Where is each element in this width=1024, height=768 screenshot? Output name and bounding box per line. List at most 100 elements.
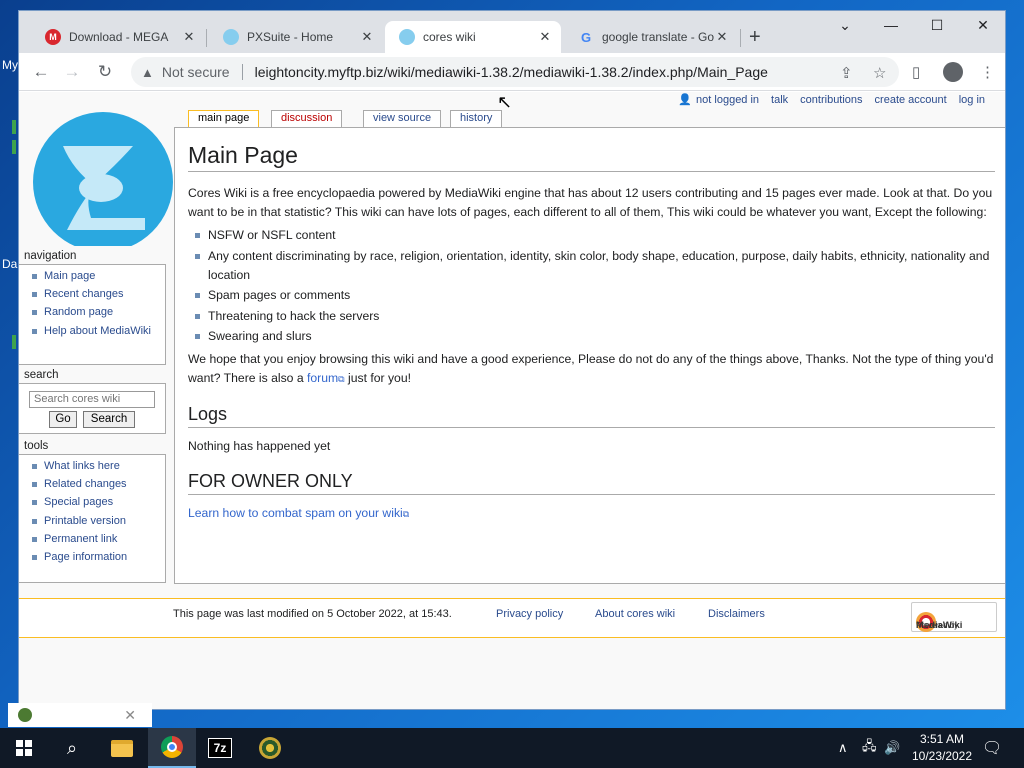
start-button[interactable]	[0, 728, 48, 768]
sidebar-item-random-page[interactable]: Random page	[31, 303, 165, 321]
sidebar-item-recent-changes[interactable]: Recent changes	[31, 285, 165, 303]
network-icon[interactable]: 🖧	[862, 728, 877, 768]
sidebar-link[interactable]: Page information	[44, 551, 127, 563]
7zip-taskbar-button[interactable]: 7z	[196, 728, 244, 768]
tools-title: tools	[24, 440, 49, 452]
tab-main-page[interactable]: main page	[188, 110, 260, 128]
navigation-portlet: Main page Recent changes Random page Hel…	[19, 264, 166, 365]
list-item: Swearing and slurs	[195, 327, 995, 346]
disclaimers-link[interactable]: Disclaimers	[708, 608, 765, 620]
page-title: Main Page	[188, 142, 995, 172]
forum-link[interactable]: forum	[307, 371, 338, 385]
new-tab-button[interactable]: +	[749, 26, 761, 49]
sidebar-link[interactable]: Main page	[44, 270, 95, 282]
combat-spam-link[interactable]: Learn how to combat spam on your wiki	[188, 506, 403, 520]
sidebar-item-printable-version[interactable]: Printable version	[31, 512, 165, 530]
close-icon[interactable]: ✕	[537, 29, 553, 45]
forward-arrow-icon[interactable]: →	[60, 61, 84, 83]
sidebar-item-related-changes[interactable]: Related changes	[31, 475, 165, 493]
sidebar-link[interactable]: Permanent link	[44, 533, 117, 545]
file-explorer-button[interactable]	[98, 728, 146, 768]
sidebar-link[interactable]: Related changes	[44, 478, 127, 490]
sidebar-item-page-information[interactable]: Page information	[31, 548, 165, 566]
talk-link[interactable]: talk	[771, 94, 788, 106]
tab-pxsuite[interactable]: PXSuite - Home ✕	[209, 21, 383, 53]
desktop-icon[interactable]	[12, 335, 16, 349]
sidebar-item-help[interactable]: Help about MediaWiki	[31, 322, 165, 339]
sidebar-item-permanent-link[interactable]: Permanent link	[31, 530, 165, 548]
warning-triangle-icon[interactable]: ▲	[141, 65, 154, 80]
tab-history[interactable]: history	[450, 110, 503, 127]
tab-label: Download - MEGA	[69, 30, 169, 44]
tab-strip: M Download - MEGA ✕ PXSuite - Home ✕ cor…	[19, 11, 1005, 53]
tab-label: PXSuite - Home	[247, 30, 334, 44]
list-item: NSFW or NSFL content	[195, 226, 995, 245]
minimize-icon[interactable]: —	[871, 17, 911, 33]
profile-avatar-icon[interactable]	[943, 62, 963, 82]
tab-label: cores wiki	[423, 30, 476, 44]
powered-by-mediawiki-badge[interactable]: Powered by MediaWiki	[911, 602, 997, 632]
reload-icon[interactable]: ↻	[93, 61, 117, 83]
taskbar-clock[interactable]: 3:51 AM 10/23/2022	[904, 731, 980, 765]
tab-view-source[interactable]: view source	[363, 110, 442, 127]
sidebar-link[interactable]: Recent changes	[44, 288, 124, 300]
sidebar-item-special-pages[interactable]: Special pages	[31, 493, 165, 511]
address-bar[interactable]: ▲ Not secure leightoncity.myftp.biz/wiki…	[131, 57, 899, 87]
close-icon[interactable]: ✕	[714, 29, 730, 45]
search-icon[interactable]: ⌕	[48, 728, 96, 768]
desktop-icon[interactable]	[12, 120, 16, 134]
wiki-favicon-icon	[223, 29, 239, 45]
side-panel-icon[interactable]: ▯	[912, 63, 920, 81]
notification-center-icon[interactable]: 🗨	[982, 728, 1002, 768]
tab-cores-wiki[interactable]: cores wiki ✕	[385, 21, 561, 53]
compass-app-button[interactable]	[246, 728, 294, 768]
go-button[interactable]: Go	[49, 411, 77, 428]
sidebar-link[interactable]: Printable version	[44, 515, 126, 527]
user-icon: 👤	[678, 94, 693, 106]
not-logged-in-text: not logged in	[696, 93, 760, 106]
outro-paragraph: We hope that you enjoy browsing this wik…	[188, 350, 995, 389]
url-text[interactable]: leightoncity.myftp.biz/wiki/mediawiki-1.…	[255, 64, 768, 80]
close-icon[interactable]: ✕	[124, 707, 136, 724]
create-account-link[interactable]: create account	[875, 94, 947, 106]
sidebar-link[interactable]: Random page	[44, 306, 113, 318]
tab-divider	[206, 29, 207, 47]
close-icon[interactable]: ✕	[181, 29, 197, 45]
chrome-icon	[161, 736, 183, 758]
privacy-policy-link[interactable]: Privacy policy	[496, 608, 563, 620]
wiki-logo[interactable]	[33, 106, 173, 246]
security-indicator[interactable]: Not secure	[162, 64, 230, 80]
maximize-icon[interactable]: ☐	[917, 17, 957, 34]
share-icon[interactable]: ⇪	[840, 64, 853, 82]
sidebar-link[interactable]: Help about MediaWiki	[44, 325, 151, 337]
tab-discussion[interactable]: discussion	[271, 110, 343, 127]
logs-heading: Logs	[188, 404, 995, 428]
about-link[interactable]: About cores wiki	[595, 608, 675, 620]
close-window-icon[interactable]: ✕	[963, 17, 1003, 34]
chrome-taskbar-button[interactable]	[148, 728, 196, 768]
search-title: search	[24, 369, 59, 381]
tray-chevron-icon[interactable]: ∧	[838, 728, 848, 768]
search-button[interactable]: Search	[83, 411, 135, 428]
sidebar-link[interactable]: Special pages	[44, 496, 113, 508]
back-arrow-icon[interactable]: ←	[29, 61, 53, 83]
desktop-icon-label[interactable]: Da	[2, 257, 17, 271]
search-input[interactable]: Search cores wiki	[29, 391, 155, 408]
omnibox-divider	[241, 64, 243, 80]
close-icon[interactable]: ✕	[359, 29, 375, 45]
bookmark-star-icon[interactable]: ☆	[873, 64, 886, 82]
tab-search-chevron-icon[interactable]: ⌄	[825, 17, 865, 34]
sidebar-link[interactable]: What links here	[44, 460, 120, 472]
sidebar-item-what-links-here[interactable]: What links here	[31, 457, 165, 475]
sidebar-item-main-page[interactable]: Main page	[31, 267, 165, 285]
menu-kebab-icon[interactable]: ⋮	[980, 63, 995, 81]
volume-icon[interactable]: 🔊	[884, 728, 900, 768]
desktop-icon-label[interactable]: My	[2, 58, 18, 72]
tab-mega[interactable]: M Download - MEGA ✕	[31, 21, 205, 53]
tab-google-translate[interactable]: G google translate - Go ✕	[564, 21, 738, 53]
log-in-link[interactable]: log in	[959, 94, 985, 106]
folder-icon	[111, 739, 133, 757]
desktop-icon[interactable]	[12, 140, 16, 154]
wiki-favicon-icon	[399, 29, 415, 45]
contributions-link[interactable]: contributions	[800, 94, 862, 106]
